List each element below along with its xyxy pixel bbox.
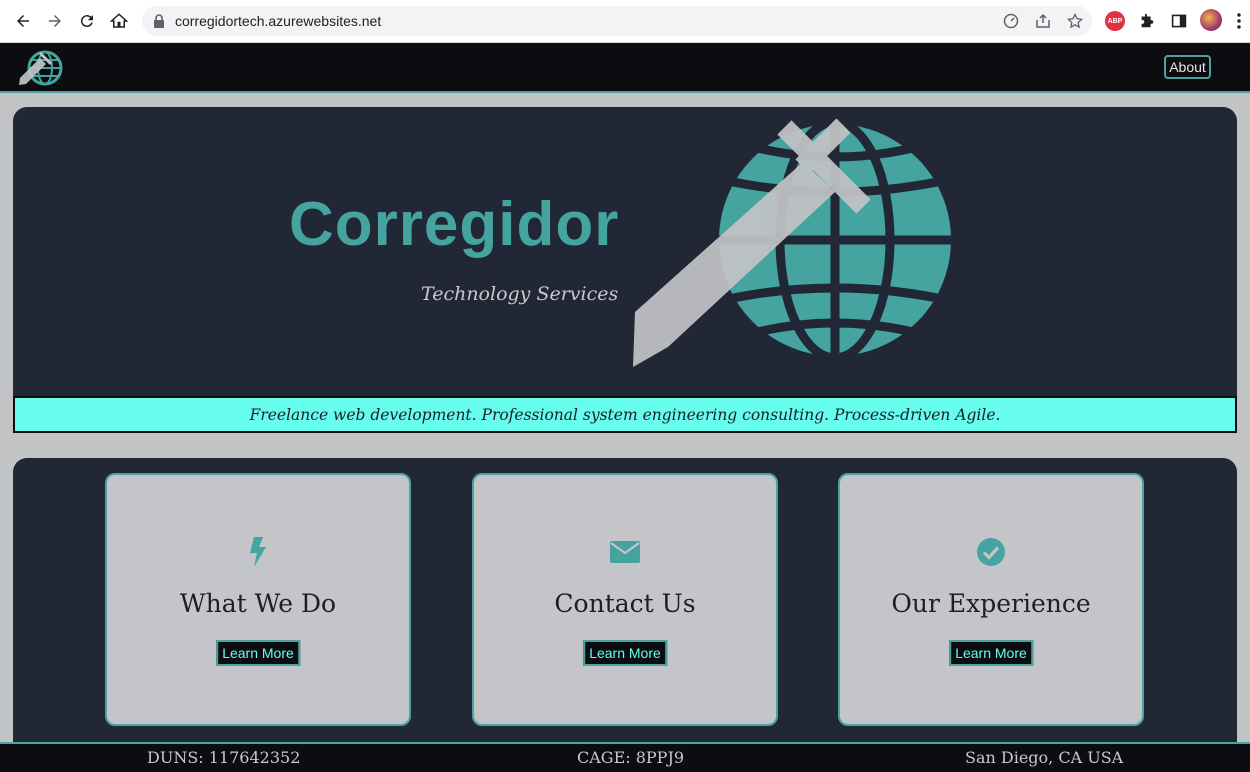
hero-title: Corregidor [289, 190, 620, 259]
forward-arrow-icon [49, 15, 61, 27]
check-circle-icon [976, 537, 1006, 567]
services-panel: What We Do Learn More Contact Us Learn M… [13, 458, 1237, 742]
learn-more-button[interactable]: Learn More [583, 640, 667, 666]
learn-more-button[interactable]: Learn More [949, 640, 1033, 666]
home-button[interactable] [107, 9, 131, 33]
back-button[interactable] [11, 9, 35, 33]
profile-avatar[interactable] [1200, 9, 1222, 31]
forward-button[interactable] [43, 9, 67, 33]
globe-sword-logo-icon [633, 117, 955, 367]
menu-kebab-icon[interactable] [1237, 12, 1241, 30]
hero-banner: Corregidor Technology Services Freelance… [13, 107, 1237, 433]
performance-icon[interactable] [1003, 13, 1019, 29]
card-title: Our Experience [891, 589, 1091, 618]
learn-more-button[interactable]: Learn More [216, 640, 300, 666]
browser-toolbar: corregidortech.azurewebsites.net ABP [0, 0, 1250, 43]
adblock-extension-icon[interactable]: ABP [1105, 11, 1125, 31]
bookmark-star-icon[interactable] [1067, 13, 1083, 29]
corregidor-logo-icon[interactable] [16, 47, 64, 87]
reload-icon [80, 15, 93, 28]
back-arrow-icon [17, 15, 29, 27]
tagline-text: Freelance web development. Professional … [249, 405, 1001, 424]
side-panel-icon[interactable] [1169, 11, 1189, 31]
card-title: Contact Us [554, 589, 696, 618]
card-title: What We Do [179, 589, 337, 618]
location-text: San Diego, CA USA [965, 748, 1124, 767]
tagline-bar: Freelance web development. Professional … [13, 396, 1237, 433]
cage-code: CAGE: 8PPJ9 [577, 748, 685, 767]
duns-number: DUNS: 117642352 [147, 748, 301, 767]
card-what-we-do: What We Do Learn More [105, 473, 411, 726]
site-navbar: About [0, 43, 1250, 93]
card-contact-us: Contact Us Learn More [472, 473, 778, 726]
home-icon [110, 13, 128, 28]
share-icon[interactable] [1035, 13, 1051, 29]
site-footer: DUNS: 117642352 CAGE: 8PPJ9 San Diego, C… [0, 742, 1250, 772]
lightning-bolt-icon [243, 537, 273, 567]
card-our-experience: Our Experience Learn More [838, 473, 1144, 726]
envelope-icon [610, 537, 640, 567]
address-bar[interactable]: corregidortech.azurewebsites.net [142, 6, 1092, 36]
about-button[interactable]: About [1164, 55, 1211, 79]
url-text: corregidortech.azurewebsites.net [175, 13, 382, 29]
lock-icon [154, 14, 164, 28]
extensions-puzzle-icon[interactable] [1137, 11, 1157, 31]
hero-subtitle: Technology Services [421, 283, 619, 305]
reload-button[interactable] [75, 9, 99, 33]
